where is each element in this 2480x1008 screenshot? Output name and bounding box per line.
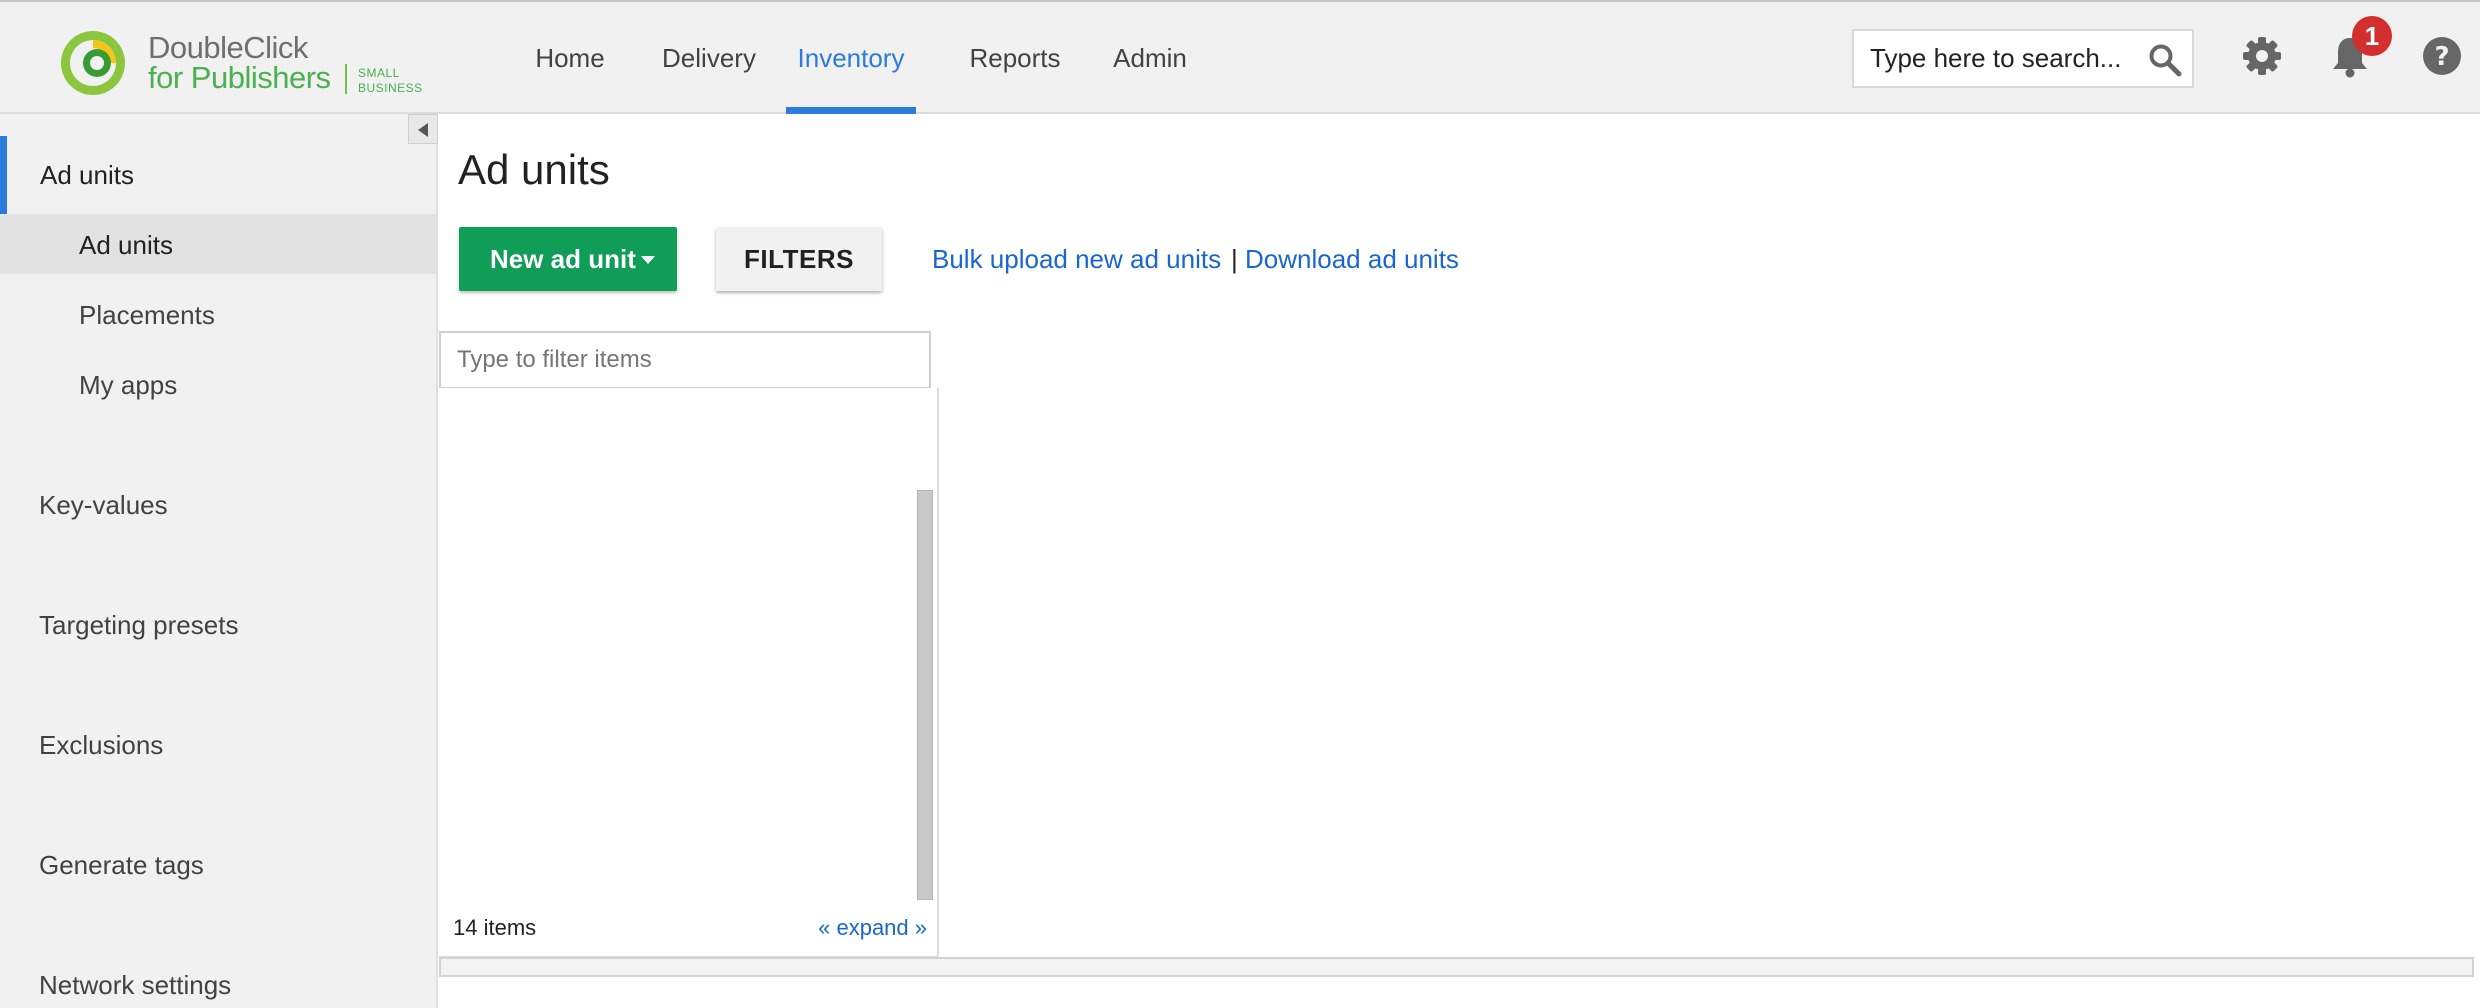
dropdown-caret-icon <box>641 256 655 264</box>
collapse-sidebar-icon[interactable] <box>408 114 438 144</box>
logo-subtitle: for Publishers <box>148 60 331 95</box>
logo-mark-icon <box>61 31 125 95</box>
notification-badge[interactable]: 1 <box>2352 16 2392 56</box>
sidebar-active-indicator <box>0 136 7 216</box>
sidebar-item-my-apps[interactable]: My apps <box>79 370 177 401</box>
ad-unit-tree-panel: 14 items « expand » <box>439 388 939 958</box>
sidebar: Ad units Ad units Placements My apps Key… <box>0 114 438 1008</box>
nav-admin[interactable]: Admin <box>1100 2 1200 114</box>
sidebar-item-ad-units[interactable]: Ad units <box>79 230 173 261</box>
search-input[interactable] <box>1870 31 2140 86</box>
sidebar-item-network-settings[interactable]: Network settings <box>39 970 231 1001</box>
filter-items-input[interactable] <box>457 333 917 387</box>
logo-divider <box>345 64 347 94</box>
gear-icon[interactable] <box>2240 34 2284 78</box>
item-count: 14 items <box>453 915 537 940</box>
horizontal-scrollbar[interactable] <box>439 957 2474 977</box>
sidebar-item-exclusions[interactable]: Exclusions <box>39 730 163 761</box>
sidebar-item-generate-tags[interactable]: Generate tags <box>39 850 204 881</box>
sidebar-item-targeting-presets[interactable]: Targeting presets <box>39 610 238 641</box>
svg-text:?: ? <box>2434 42 2449 72</box>
search-icon[interactable] <box>2148 43 2182 77</box>
new-ad-unit-label: New ad unit <box>490 244 636 274</box>
sidebar-item-key-values[interactable]: Key-values <box>39 490 168 521</box>
search-box <box>1852 29 2194 88</box>
active-tab-indicator <box>786 107 916 114</box>
page-title: Ad units <box>458 146 610 193</box>
nav-home[interactable]: Home <box>520 2 620 114</box>
sidebar-item-placements[interactable]: Placements <box>79 300 215 331</box>
nav-delivery[interactable]: Delivery <box>640 2 778 114</box>
bulk-upload-link[interactable]: Bulk upload new ad units <box>932 244 1221 275</box>
nav-reports[interactable]: Reports <box>950 2 1080 114</box>
filters-button[interactable]: FILTERS <box>716 227 882 291</box>
download-ad-units-link[interactable]: Download ad units <box>1245 244 1459 275</box>
logo-tag-small: SMALL <box>358 66 400 80</box>
doubleclick-logo[interactable]: DoubleClick for Publishers SMALL BUSINES… <box>52 26 432 100</box>
nav-inventory-label: Inventory <box>797 43 905 73</box>
link-separator: | <box>1231 244 1238 274</box>
nav-inventory[interactable]: Inventory <box>786 2 916 114</box>
top-header: DoubleClick for Publishers SMALL BUSINES… <box>0 0 2480 114</box>
logo-tag-business: BUSINESS <box>358 81 423 95</box>
filter-box <box>439 331 931 389</box>
tree-scrollbar[interactable] <box>917 490 933 900</box>
help-icon[interactable]: ? <box>2420 34 2464 78</box>
sidebar-selected-highlight <box>0 214 436 274</box>
expand-link[interactable]: « expand » <box>818 915 927 941</box>
new-ad-unit-button[interactable]: New ad unit <box>459 227 677 291</box>
sidebar-section-ad-units[interactable]: Ad units <box>40 160 134 191</box>
